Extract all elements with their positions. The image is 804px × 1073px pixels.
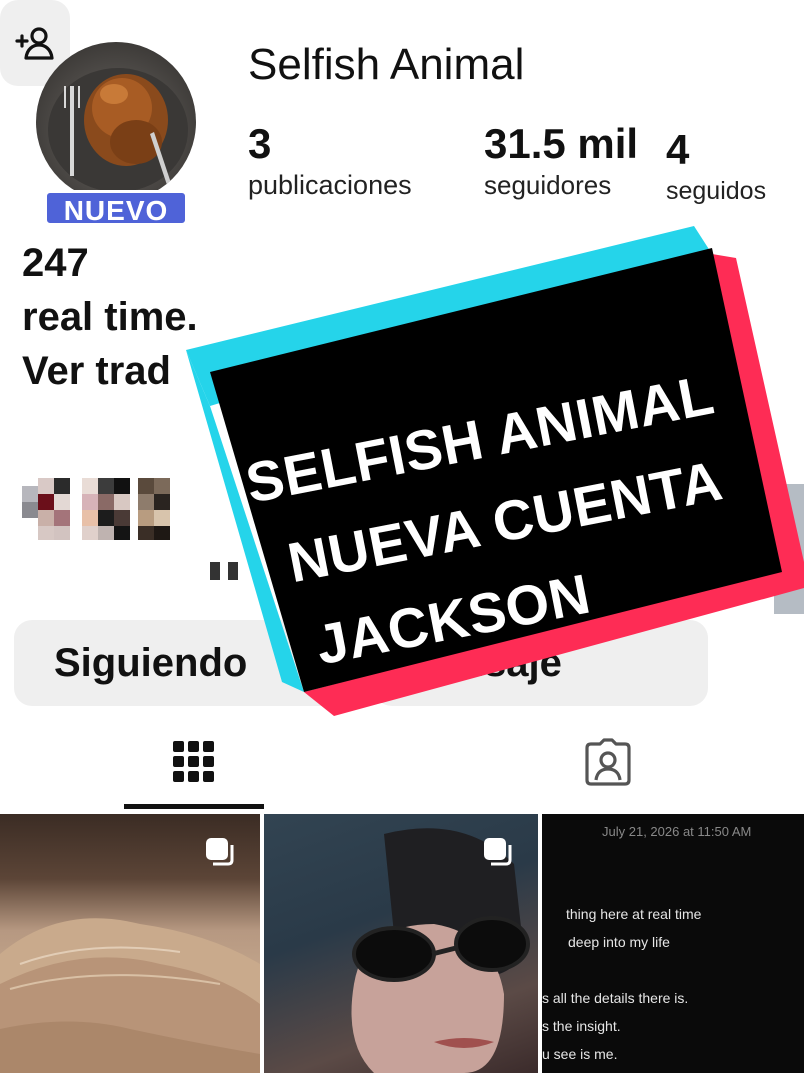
note-text-line: s all the details there is. [542, 990, 689, 1006]
tab-tagged[interactable] [578, 730, 638, 794]
followers-count: 31.5 mil [484, 120, 639, 167]
profile-username: Selfish Animal [248, 40, 525, 89]
active-tab-indicator [124, 804, 264, 809]
post-thumbnail[interactable] [0, 814, 260, 1073]
posts-count: 3 [248, 120, 272, 167]
new-badge: NUEVO [44, 190, 188, 226]
profile-avatar-wrapper[interactable]: NUEVO [36, 42, 196, 227]
note-text-line: s the insight. [542, 1018, 621, 1034]
title-overlay-card: SELFISH ANIMAL NUEVA CUENTA JACKSON [186, 226, 804, 716]
bio-line: 247 [22, 241, 89, 285]
followers-label: seguidores [484, 170, 612, 200]
grid-icon [173, 741, 214, 782]
note-date: July 21, 2026 at 11:50 AM [602, 824, 752, 839]
note-text-line: deep into my life [568, 934, 670, 950]
multi-post-icon [484, 838, 512, 866]
avatar-image [48, 68, 188, 194]
post-thumbnail[interactable] [264, 814, 538, 1073]
stat-followers[interactable]: 31.5 mil seguidores [484, 120, 638, 202]
post-thumbnail[interactable]: July 21, 2026 at 11:50 AM thing here at … [542, 814, 804, 1073]
note-text-line: u see is me. [542, 1046, 618, 1062]
stat-posts[interactable]: 3 publicaciones [248, 120, 412, 202]
multi-post-icon [206, 838, 234, 866]
tab-posts-grid[interactable] [164, 730, 224, 794]
note-text-line: thing here at real time [566, 906, 702, 922]
mutual-followers-avatars[interactable] [22, 478, 192, 542]
avatar[interactable] [36, 42, 196, 202]
pixelated-avatars-image [22, 478, 170, 540]
posts-label: publicaciones [248, 170, 412, 200]
tagged-icon [585, 738, 631, 786]
following-count: 4 [666, 126, 690, 173]
